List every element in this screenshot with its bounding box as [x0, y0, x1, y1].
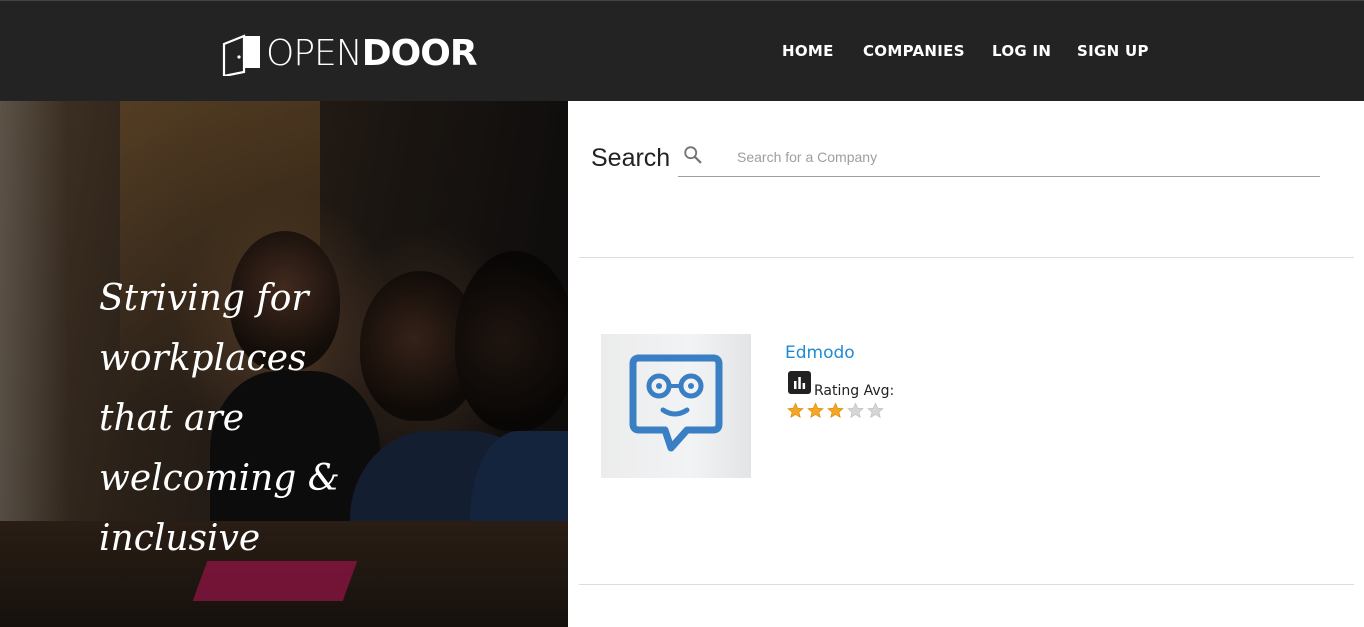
search-icon: [684, 146, 702, 164]
nav-log-in[interactable]: LOG IN: [992, 42, 1051, 60]
search-label: Search: [591, 144, 671, 172]
star-filled-icon: [827, 402, 844, 419]
nav-sign-up[interactable]: SIGN UP: [1077, 42, 1149, 60]
search-input[interactable]: [678, 137, 1320, 177]
company-card: Edmodo Rating Avg:: [601, 334, 1001, 479]
star-filled-icon: [787, 402, 804, 419]
nav-home[interactable]: HOME: [782, 42, 834, 60]
company-search-panel: Search Edmodo Rating Avg:: [568, 101, 1364, 627]
edmodo-face-icon: [629, 354, 723, 452]
hero-line: workplaces: [99, 338, 307, 379]
edmodo-logo[interactable]: [601, 334, 751, 478]
rating-label: Rating Avg:: [814, 383, 895, 399]
main-nav: HOME COMPANIES LOG IN SIGN UP: [0, 42, 1364, 64]
hero-line: welcoming &: [99, 458, 340, 499]
star-filled-icon: [807, 402, 824, 419]
hero-image: Striving for workplaces that are welcomi…: [0, 101, 568, 627]
top-navbar: OPEN DOOR HOME COMPANIES LOG IN SIGN UP: [0, 0, 1364, 101]
hero-tagline: Striving for workplaces that are welcomi…: [99, 269, 399, 569]
company-name-link[interactable]: Edmodo: [785, 343, 855, 363]
hero-line: that are: [99, 398, 245, 439]
divider: [579, 584, 1354, 585]
nav-companies[interactable]: COMPANIES: [863, 42, 965, 60]
bar-chart-icon: [788, 371, 811, 394]
star-empty-icon: [847, 402, 864, 419]
divider: [579, 257, 1354, 258]
star-empty-icon: [867, 402, 884, 419]
hero-line: inclusive: [99, 518, 261, 559]
hero-line: Striving for: [99, 278, 309, 319]
star-rating: [787, 402, 884, 419]
